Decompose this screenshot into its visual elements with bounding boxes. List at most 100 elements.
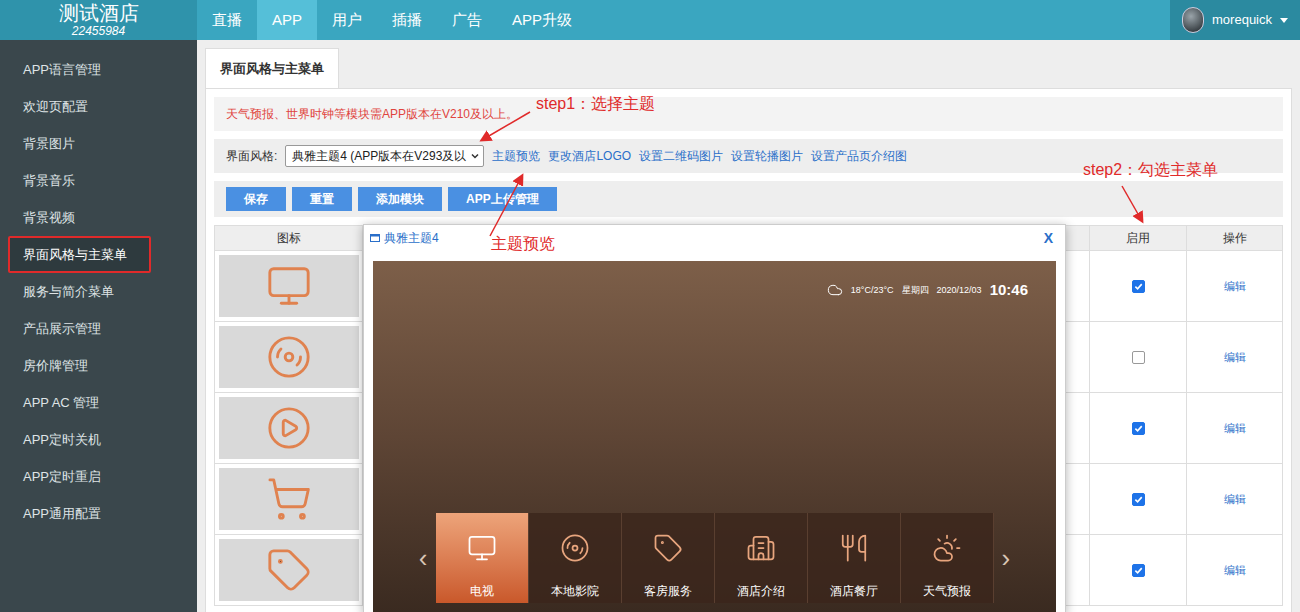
edit-link[interactable]: 编辑 xyxy=(1224,491,1246,508)
style-link[interactable]: 更改酒店LOGO xyxy=(548,147,631,165)
nav-item[interactable]: 用户 xyxy=(317,0,377,40)
time: 10:46 xyxy=(990,279,1028,302)
door-hanger-icon xyxy=(653,533,683,563)
sidebar-item[interactable]: 产品展示管理 xyxy=(0,310,197,347)
next-arrow[interactable]: › xyxy=(1002,539,1011,578)
weather-bar: 18°C/23°C 星期四 2020/12/03 10:46 xyxy=(373,261,1056,302)
sidebar-item[interactable]: 房价牌管理 xyxy=(0,347,197,384)
app: 测试酒店22455984直播APP用户插播广告APP升级morequickAPP… xyxy=(0,0,1300,612)
enable-checkbox[interactable] xyxy=(1132,351,1145,364)
logo-code: 22455984 xyxy=(72,24,125,38)
preview-menu-item[interactable]: 天气预报 xyxy=(901,513,994,603)
logo-title: 测试酒店 xyxy=(59,2,139,24)
annotation-step1: step1：选择主题 xyxy=(536,92,655,116)
logo[interactable]: 测试酒店22455984 xyxy=(0,0,197,40)
icon-cell xyxy=(219,255,359,317)
play-icon xyxy=(266,405,312,451)
sidebar-item[interactable]: 背景图片 xyxy=(0,125,197,162)
sidebar-item[interactable]: 背景音乐 xyxy=(0,162,197,199)
top-nav: 直播APP用户插播广告APP升级 xyxy=(197,0,587,40)
edit-link[interactable]: 编辑 xyxy=(1224,562,1246,579)
dialog-title: 典雅主题4 xyxy=(384,229,439,247)
action-button[interactable]: 添加模块 xyxy=(358,187,442,211)
tv-icon xyxy=(467,533,497,563)
edit-link[interactable]: 编辑 xyxy=(1224,278,1246,295)
nav-item[interactable]: APP升级 xyxy=(497,0,587,40)
preview-image: 18°C/23°C星期四2020/12/0310:46‹电视本地影院客房服务酒店… xyxy=(373,261,1056,612)
column-header: 启用 xyxy=(1090,226,1187,250)
annotation-arrows-icon xyxy=(0,0,1300,612)
cart-icon xyxy=(266,476,312,522)
sidebar-item[interactable]: APP AC 管理 xyxy=(0,384,197,421)
action-button[interactable]: 重置 xyxy=(292,187,352,211)
date: 2020/12/03 xyxy=(937,284,982,298)
film-reel-icon xyxy=(560,533,590,563)
weather-icon xyxy=(932,533,962,563)
check-icon xyxy=(1134,495,1143,504)
sidebar-item[interactable]: APP定时关机 xyxy=(0,421,197,458)
style-link[interactable]: 设置轮播图片 xyxy=(731,147,803,165)
enable-checkbox[interactable] xyxy=(1132,280,1145,293)
annotation-preview: 主题预览 xyxy=(491,232,555,256)
sidebar-item[interactable]: APP语言管理 xyxy=(0,51,197,88)
action-button[interactable]: 保存 xyxy=(226,187,286,211)
nav-item[interactable]: 广告 xyxy=(437,0,497,40)
preview-menu-item[interactable]: 电视 xyxy=(436,513,529,603)
check-icon xyxy=(1134,566,1143,575)
close-button[interactable]: X xyxy=(1044,228,1053,249)
check-icon xyxy=(1134,282,1143,291)
door-hanger-icon xyxy=(266,547,312,593)
theme-select[interactable]: 典雅主题4 (APP版本在V293及以 xyxy=(285,145,484,167)
action-button[interactable]: APP上传管理 xyxy=(448,187,557,211)
dialog-title-bar: 典雅主题4 X xyxy=(364,225,1065,251)
edit-link[interactable]: 编辑 xyxy=(1224,420,1246,437)
window-icon xyxy=(370,233,380,243)
style-link[interactable]: 设置二维码图片 xyxy=(639,147,723,165)
user-name: morequick xyxy=(1212,10,1272,30)
hotel-icon xyxy=(746,533,776,563)
temperature: 18°C/23°C xyxy=(851,284,894,298)
dropdown-icon xyxy=(470,151,480,161)
style-label: 界面风格: xyxy=(226,147,277,165)
page-tab[interactable]: 界面风格与主菜单 xyxy=(205,48,339,88)
preview-menu-item[interactable]: 酒店介绍 xyxy=(715,513,808,603)
preview-menu-item[interactable]: 酒店餐厅 xyxy=(808,513,901,603)
icon-cell xyxy=(219,539,359,601)
caret-icon xyxy=(1280,18,1288,23)
enable-checkbox[interactable] xyxy=(1132,564,1145,577)
icon-cell xyxy=(219,326,359,388)
enable-checkbox[interactable] xyxy=(1132,493,1145,506)
enable-checkbox[interactable] xyxy=(1132,422,1145,435)
notice: 天气预报、世界时钟等模块需APP版本在V210及以上。 xyxy=(214,97,1283,131)
icon-cell xyxy=(219,397,359,459)
preview-dialog: 典雅主题4 X 18°C/23°C 星期四 2020/12/03 10:46 ‹电视本地影院… xyxy=(363,224,1066,612)
sidebar-item[interactable]: 欢迎页配置 xyxy=(0,88,197,125)
user-menu[interactable]: morequick xyxy=(1170,0,1300,40)
tv-icon xyxy=(266,263,312,309)
film-reel-icon xyxy=(266,334,312,380)
preview-menu-item[interactable]: 本地影院 xyxy=(529,513,622,603)
preview-menu-item[interactable]: 客房服务 xyxy=(622,513,715,603)
style-link[interactable]: 主题预览 xyxy=(492,147,540,165)
prev-arrow[interactable]: ‹ xyxy=(419,539,428,578)
sidebar-item[interactable]: APP定时重启 xyxy=(0,458,197,495)
sidebar-item[interactable]: 背景视频 xyxy=(0,199,197,236)
nav-item[interactable]: 插播 xyxy=(377,0,437,40)
annotation-step2: step2：勾选主菜单 xyxy=(1083,158,1218,182)
preview-menu: ‹电视本地影院客房服务酒店介绍酒店餐厅天气预报› xyxy=(373,513,1056,612)
column-header: 图标 xyxy=(215,226,363,250)
sidebar-item[interactable]: 界面风格与主菜单 xyxy=(0,236,197,273)
nav-item[interactable]: 直播 xyxy=(197,0,257,40)
avatar-icon xyxy=(1182,7,1204,33)
top-bar: 测试酒店22455984直播APP用户插播广告APP升级morequick xyxy=(0,0,1300,40)
edit-link[interactable]: 编辑 xyxy=(1224,349,1246,366)
nav-item[interactable]: APP xyxy=(257,0,317,40)
check-icon xyxy=(1134,424,1143,433)
sidebar-item[interactable]: APP通用配置 xyxy=(0,495,197,532)
cloud-icon xyxy=(827,282,843,298)
weekday: 星期四 xyxy=(902,284,929,298)
column-header: 操作 xyxy=(1187,226,1282,250)
sidebar-item[interactable]: 服务与简介菜单 xyxy=(0,273,197,310)
button-row: 保存重置添加模块APP上传管理 xyxy=(214,181,1283,217)
style-link[interactable]: 设置产品页介绍图 xyxy=(811,147,907,165)
